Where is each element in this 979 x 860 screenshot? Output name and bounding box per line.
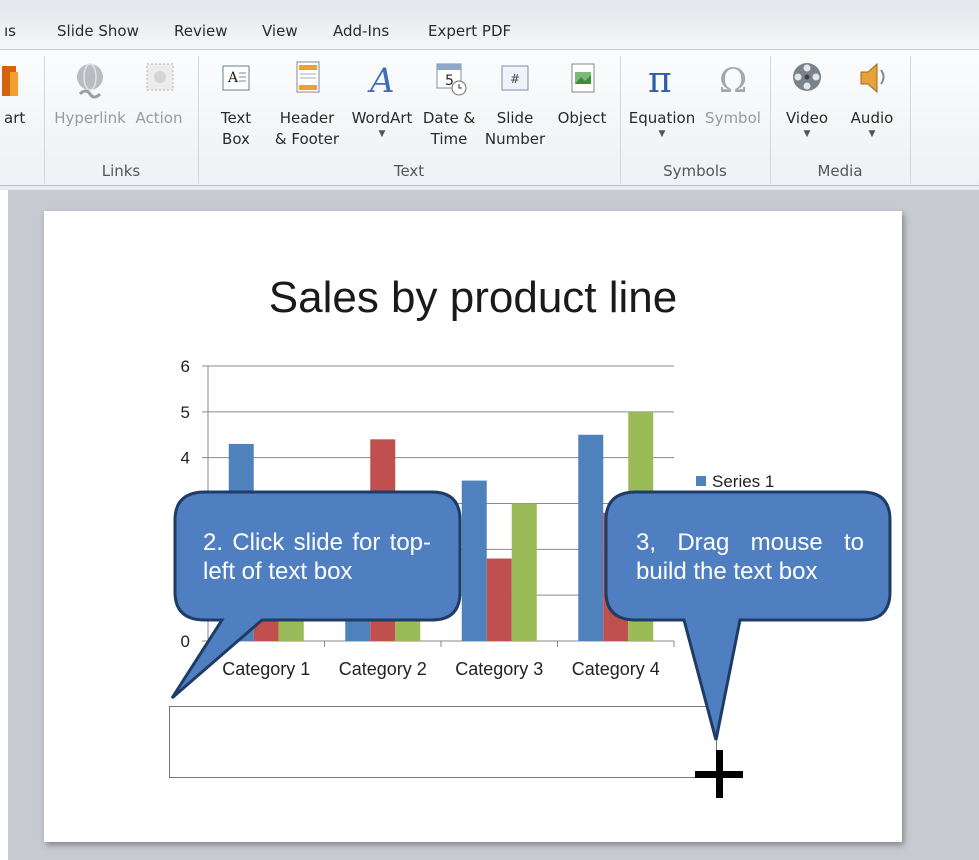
hyperlink-button[interactable]: Hyperlink: [52, 58, 128, 129]
date-time-button[interactable]: 5 Date & Time: [420, 58, 478, 150]
text-box-button[interactable]: A Text Box: [212, 58, 260, 150]
group-label-media: Media: [817, 162, 863, 180]
legend-swatch: [696, 476, 706, 486]
legend-swatch: [696, 506, 706, 516]
bar-2-4: [603, 512, 629, 641]
crosshair-cursor-icon: [695, 750, 743, 798]
legend-label: Series 2: [712, 502, 774, 521]
chevron-down-icon: ▼: [378, 129, 386, 139]
group-label-text: Text: [393, 162, 425, 180]
wordart-icon: A: [362, 58, 402, 102]
slide-pane-edge: [0, 190, 8, 860]
y-tick-label: 1: [181, 586, 190, 605]
symbol-button[interactable]: Ω Symbol: [702, 58, 764, 129]
bar-2-3: [486, 558, 512, 641]
header-footer-button[interactable]: Header & Footer: [270, 58, 344, 150]
chevron-down-icon: ▼: [658, 129, 666, 139]
tab-add-ins[interactable]: Add-Ins: [333, 22, 389, 40]
chart-button-partial[interactable]: art: [0, 58, 34, 129]
group-separator: [910, 56, 911, 184]
y-tick-label: 4: [181, 449, 190, 468]
audio-button[interactable]: Audio ▼: [842, 58, 902, 139]
y-tick-label: 0: [181, 632, 190, 651]
tab-review[interactable]: Review: [174, 22, 228, 40]
bar-3-4: [628, 411, 654, 641]
object-icon: [562, 58, 602, 102]
omega-icon: Ω: [713, 58, 753, 102]
y-tick-label: 3: [181, 495, 190, 514]
film-reel-icon: [787, 58, 827, 102]
slide-number-icon: #: [495, 58, 535, 102]
ribbon-tab-bar: ıs Slide Show Review View Add-Ins Expert…: [0, 0, 979, 50]
slide-canvas[interactable]: Sales by product line 0 1 2 3 4 5 6 Category 1C…: [44, 211, 902, 842]
video-button[interactable]: Video ▼: [778, 58, 836, 139]
bar-3-3: [511, 503, 537, 641]
object-button[interactable]: Object: [554, 58, 610, 129]
callout-step3-text: 3, Drag mouse to build the text box: [636, 529, 864, 585]
action-button[interactable]: Action: [134, 58, 184, 129]
speaker-icon: [852, 58, 892, 102]
chevron-down-icon: ▼: [803, 129, 811, 139]
y-tick-label: 2: [181, 540, 190, 559]
tab-view[interactable]: View: [262, 22, 298, 40]
chart-icon: [0, 58, 24, 102]
wordart-button[interactable]: A WordArt ▼: [346, 58, 418, 139]
y-tick-label: 6: [181, 357, 190, 376]
bar-1-3: [461, 480, 487, 641]
pi-icon: π: [642, 58, 682, 102]
equation-button[interactable]: π Equation ▼: [626, 58, 698, 139]
x-tick-label: Category 2: [339, 659, 427, 679]
x-tick-label: Category 3: [455, 659, 543, 679]
ribbon-bottom-edge: [0, 186, 979, 190]
action-icon: [139, 58, 179, 102]
tab-slide-show[interactable]: Slide Show: [57, 22, 139, 40]
tab-expert-pdf[interactable]: Expert PDF: [428, 22, 511, 40]
hyperlink-globe-icon: [70, 58, 110, 102]
bar-1-4: [578, 434, 604, 641]
svg-text:A: A: [367, 61, 395, 101]
group-label-symbols: Symbols: [663, 162, 727, 180]
tab-insert-partial[interactable]: ıs: [4, 22, 16, 40]
legend-label: Series 1: [712, 472, 774, 491]
group-label-links: Links: [101, 162, 141, 180]
x-tick-label: Category 1: [222, 659, 310, 679]
chevron-down-icon: ▼: [868, 129, 876, 139]
callout-step2-text: 2. Click slide for top-left of text box: [203, 529, 431, 585]
slide-number-button[interactable]: # Slide Number: [482, 58, 548, 150]
calendar-clock-icon: 5: [429, 58, 469, 102]
ribbon: art Hyperlink Action Links A Text Box He…: [0, 50, 979, 186]
svg-text:#: #: [510, 72, 520, 86]
header-footer-icon: [287, 58, 327, 102]
text-box-icon: A: [216, 58, 256, 102]
x-tick-label: Category 4: [572, 659, 660, 679]
svg-text:π: π: [648, 60, 672, 101]
new-text-box-outline[interactable]: [169, 706, 717, 778]
svg-text:Ω: Ω: [719, 61, 747, 101]
y-tick-label: 5: [181, 403, 190, 422]
svg-text:A: A: [227, 70, 239, 86]
